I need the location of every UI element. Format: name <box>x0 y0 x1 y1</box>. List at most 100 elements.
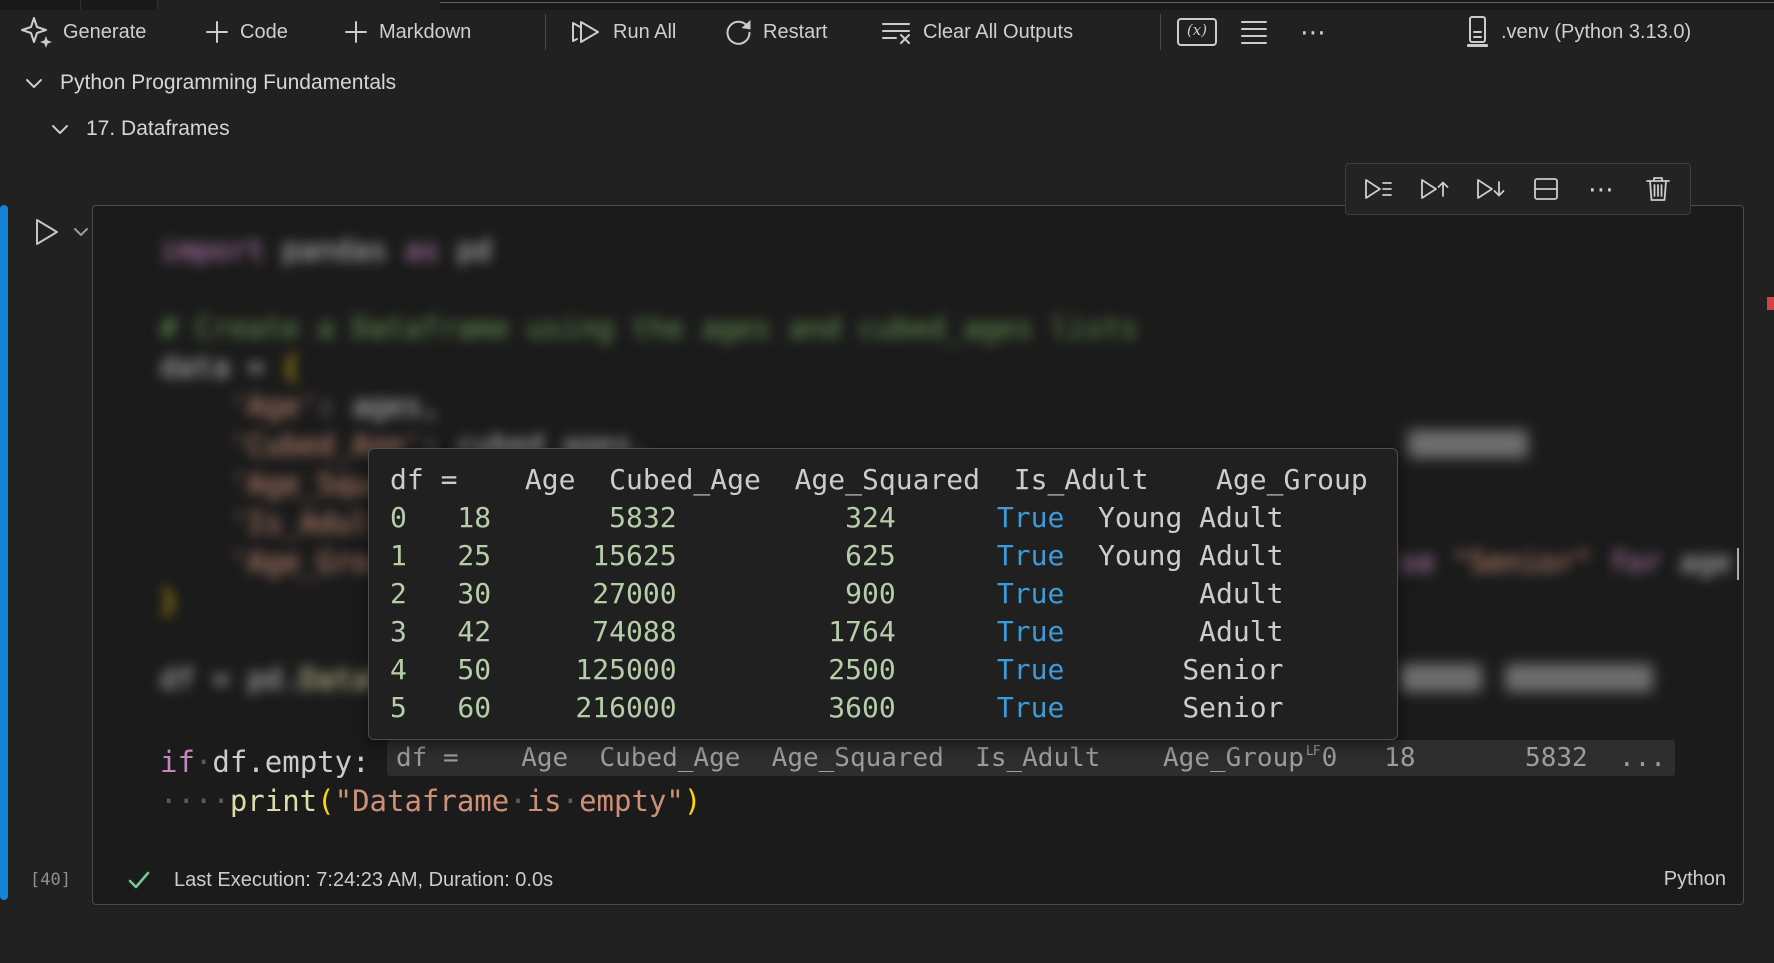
section2-title: 17. Dataframes <box>86 117 230 141</box>
overview-ruler-error-marker <box>1767 297 1774 310</box>
toolbar-more-actions-button[interactable]: ⋯ <box>1300 10 1328 54</box>
ghost-value-blob <box>1400 664 1482 692</box>
ellipsis-icon: ⋯ <box>1588 174 1616 205</box>
tooltip-token: True <box>896 577 1065 610</box>
code-token: 'Age' <box>230 389 317 423</box>
code-token <box>160 545 230 579</box>
run-cell-button[interactable] <box>28 214 64 250</box>
dataframe-hover-tooltip: df = Age Cubed_Age Age_Squared Is_Adult … <box>368 448 1398 740</box>
split-cell-button[interactable] <box>1526 169 1566 209</box>
code-token: is <box>527 784 562 818</box>
editor-tab-active[interactable] <box>158 0 440 10</box>
editor-tab-strip <box>0 0 1774 10</box>
dataframe-tooltip-content: df = Age Cubed_Age Age_Squared Is_Adult … <box>390 461 1397 727</box>
run-by-line-button[interactable] <box>1358 169 1398 209</box>
code-token: as <box>404 233 439 267</box>
code-token: "Senior" <box>1452 545 1592 579</box>
code-token: data <box>160 350 230 384</box>
kernel-label: .venv (Python 3.13.0) <box>1501 21 1691 44</box>
chevron-down-icon[interactable] <box>22 71 46 95</box>
code-token: } <box>160 584 177 618</box>
execution-count: [40] <box>30 870 71 890</box>
tooltip-token: Adult <box>1064 577 1283 610</box>
clear-all-outputs-label: Clear All Outputs <box>923 21 1073 44</box>
linefeed-mark: LF <box>1304 744 1322 759</box>
ghost-value-blob <box>1408 430 1528 458</box>
notebook-toolbar: Generate Code Markdown Run All <box>0 10 1774 56</box>
code-token <box>160 428 230 462</box>
tooltip-token: True <box>896 691 1065 724</box>
code-line: } <box>160 582 177 621</box>
code-token: : <box>352 745 369 779</box>
tooltip-token: True <box>896 539 1065 572</box>
code-token: for <box>1609 545 1661 579</box>
code-line-print: ····print("Dataframe·is·empty") <box>160 782 701 821</box>
code-token: · <box>562 784 579 818</box>
tooltip-token: 5 60 216000 3600 <box>390 691 896 724</box>
code-token: import <box>160 233 265 267</box>
clear-all-outputs-button[interactable]: Clear All Outputs <box>878 10 1073 54</box>
editor-tab[interactable] <box>0 0 80 10</box>
code-token: df <box>160 662 195 696</box>
code-line: # Create a Dataframe using the ages and … <box>160 309 1138 348</box>
tooltip-token: Senior <box>1064 653 1283 686</box>
code-token: ) <box>684 784 701 818</box>
code-token: = <box>230 350 282 384</box>
ellipsis-icon: ⋯ <box>1300 17 1328 48</box>
kernel-picker[interactable]: .venv (Python 3.13.0) <box>1462 10 1691 54</box>
code-token: print <box>230 784 317 818</box>
code-line: import pandas as pd <box>160 231 492 270</box>
add-code-cell-button[interactable]: Code <box>203 10 288 54</box>
section-header-fundamentals[interactable]: Python Programming Fundamentals <box>22 66 396 100</box>
tooltip-token: 0 18 5832 324 <box>390 501 896 534</box>
tooltip-data-row: 4 50 125000 2500 True Senior <box>390 651 1397 689</box>
tooltip-token: Adult <box>1064 615 1283 648</box>
code-token: if <box>160 745 195 779</box>
cell-status-bar: Last Execution: 7:24:23 AM, Duration: 0.… <box>92 856 1744 904</box>
chevron-down-icon[interactable] <box>48 117 72 141</box>
success-check-icon <box>126 867 152 893</box>
tooltip-token: True <box>896 653 1065 686</box>
code-token <box>160 506 230 540</box>
code-token: pd. <box>247 662 299 696</box>
code-token: ···· <box>160 784 230 818</box>
tooltip-data-row: 5 60 216000 3600 True Senior <box>390 689 1397 727</box>
tooltip-token: True <box>896 501 1065 534</box>
generate-button[interactable]: Generate <box>20 10 146 54</box>
run-options-chevron-icon[interactable] <box>70 221 92 243</box>
plus-icon <box>203 18 231 46</box>
list-icon <box>1237 16 1271 48</box>
editor-tab[interactable] <box>81 0 157 10</box>
cell-focus-indicator <box>0 205 8 900</box>
section-header-dataframes[interactable]: 17. Dataframes <box>48 112 230 146</box>
execute-cell-and-below-button[interactable] <box>1470 169 1510 209</box>
code-token: # Create a Dataframe using the ages and … <box>160 311 1138 345</box>
restart-label: Restart <box>763 21 827 44</box>
restart-button[interactable]: Restart <box>722 10 827 54</box>
code-token: { <box>282 350 299 384</box>
variables-button[interactable]: (x) <box>1175 10 1219 54</box>
execute-above-cells-button[interactable] <box>1414 169 1454 209</box>
cell-language-picker[interactable]: Python <box>1664 868 1726 891</box>
cell-more-actions-button[interactable]: ⋯ <box>1582 169 1622 209</box>
tooltip-header-line: df = Age Cubed_Age Age_Squared Is_Adult … <box>390 461 1397 499</box>
code-token <box>1435 545 1452 579</box>
run-all-label: Run All <box>613 21 676 44</box>
code-token: = <box>195 662 247 696</box>
code-line: data = { <box>160 348 300 387</box>
code-token: pandas <box>265 233 405 267</box>
outline-list-button[interactable] <box>1237 10 1271 54</box>
ghost-text-after: 0 18 5832 ... <box>1322 743 1666 773</box>
code-token: pd <box>439 233 491 267</box>
tooltip-token: True <box>896 615 1065 648</box>
tooltip-token: Young Adult <box>1064 539 1283 572</box>
restart-icon <box>722 16 754 48</box>
code-line: 'Age': ages, <box>160 387 439 426</box>
add-markdown-cell-button[interactable]: Markdown <box>342 10 471 54</box>
ghost-text-before: df = Age Cubed_Age Age_Squared Is_Adult … <box>396 743 1304 773</box>
code-token: df.empty <box>212 745 352 779</box>
run-all-button[interactable]: Run All <box>568 10 676 54</box>
delete-cell-button[interactable] <box>1638 169 1678 209</box>
tooltip-data-row: 0 18 5832 324 True Young Adult <box>390 499 1397 537</box>
run-all-icon <box>568 15 604 49</box>
